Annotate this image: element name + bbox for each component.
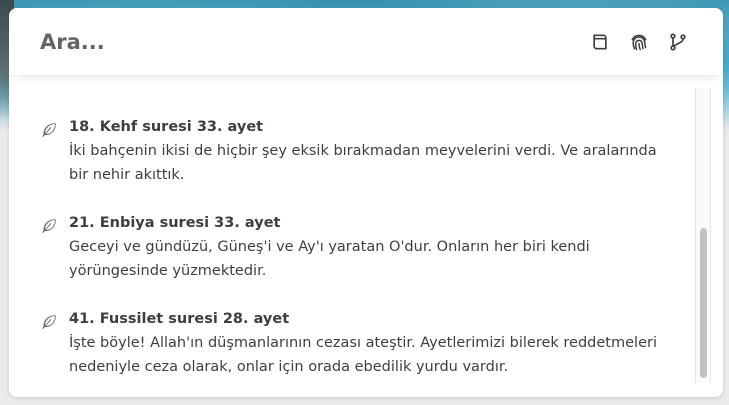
scrollbar-thumb[interactable] <box>700 228 707 378</box>
result-title: 21. Enbiya suresi 33. ayet <box>69 215 281 231</box>
feather-icon <box>40 121 58 139</box>
result-text: Geceyi ve gündüzü, Güneş'i ve Ay'ı yarat… <box>69 239 590 279</box>
feather-icon <box>40 313 58 331</box>
result-title: 41. Fussilet suresi 28. ayet <box>69 311 290 327</box>
scrollbar[interactable] <box>695 88 711 383</box>
search-bar <box>9 8 723 76</box>
result-text: İki bahçenin ikisi de hiçbir şey eksik b… <box>69 143 657 183</box>
result-title: 18. Kehf suresi 33. ayet <box>69 119 264 135</box>
book-icon[interactable] <box>589 31 611 53</box>
fingerprint-icon[interactable] <box>628 31 650 53</box>
feather-icon <box>40 217 58 235</box>
search-input[interactable] <box>40 26 500 58</box>
search-panel: 18. Kehf suresi 33. ayet İki bahçenin ik… <box>9 8 723 397</box>
result-text: İşte böyle! Allah'ın düşmanlarının cezas… <box>69 335 657 375</box>
git-branch-icon[interactable] <box>667 31 689 53</box>
results-list: 18. Kehf suresi 33. ayet İki bahçenin ik… <box>9 76 723 397</box>
